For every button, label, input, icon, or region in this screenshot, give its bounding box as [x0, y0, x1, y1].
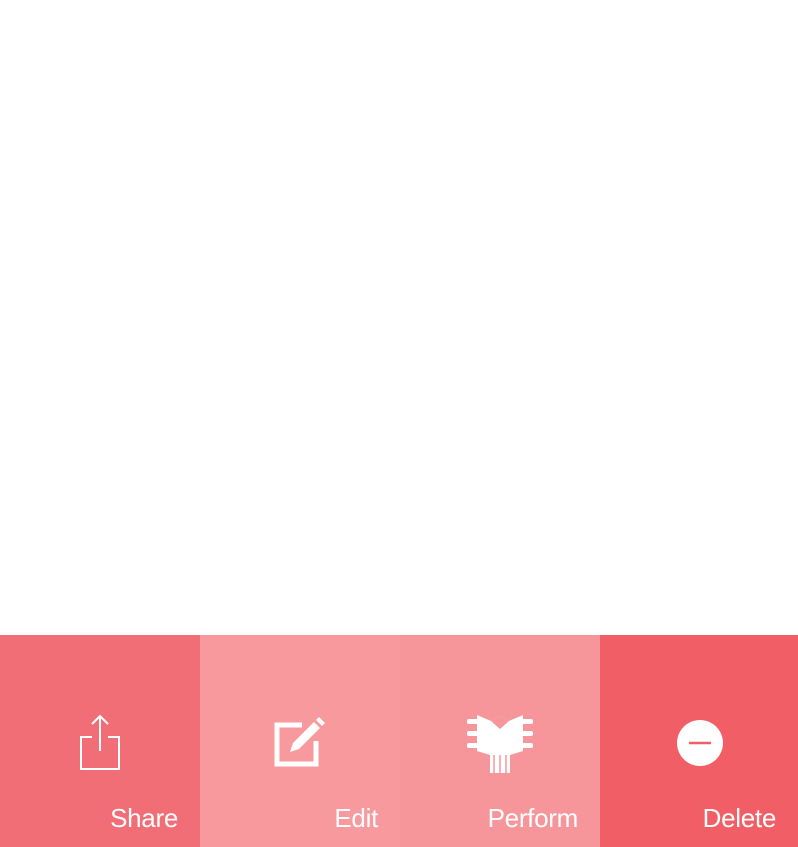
share-icon [0, 711, 200, 775]
guitar-headstock-icon [400, 711, 600, 775]
share-button[interactable]: Share [0, 635, 200, 847]
perform-button[interactable]: Perform [400, 635, 600, 847]
content-area [0, 0, 798, 635]
delete-button[interactable]: Delete [600, 635, 798, 847]
swipe-action-bar: Share Edit Perform Delete [0, 635, 798, 847]
edit-icon [200, 711, 400, 775]
perform-label: Perform [487, 803, 579, 833]
share-label: Share [110, 803, 178, 833]
edit-label: Edit [334, 803, 378, 833]
minus-circle-icon [600, 711, 798, 775]
delete-label: Delete [702, 803, 777, 833]
edit-button[interactable]: Edit [200, 635, 400, 847]
